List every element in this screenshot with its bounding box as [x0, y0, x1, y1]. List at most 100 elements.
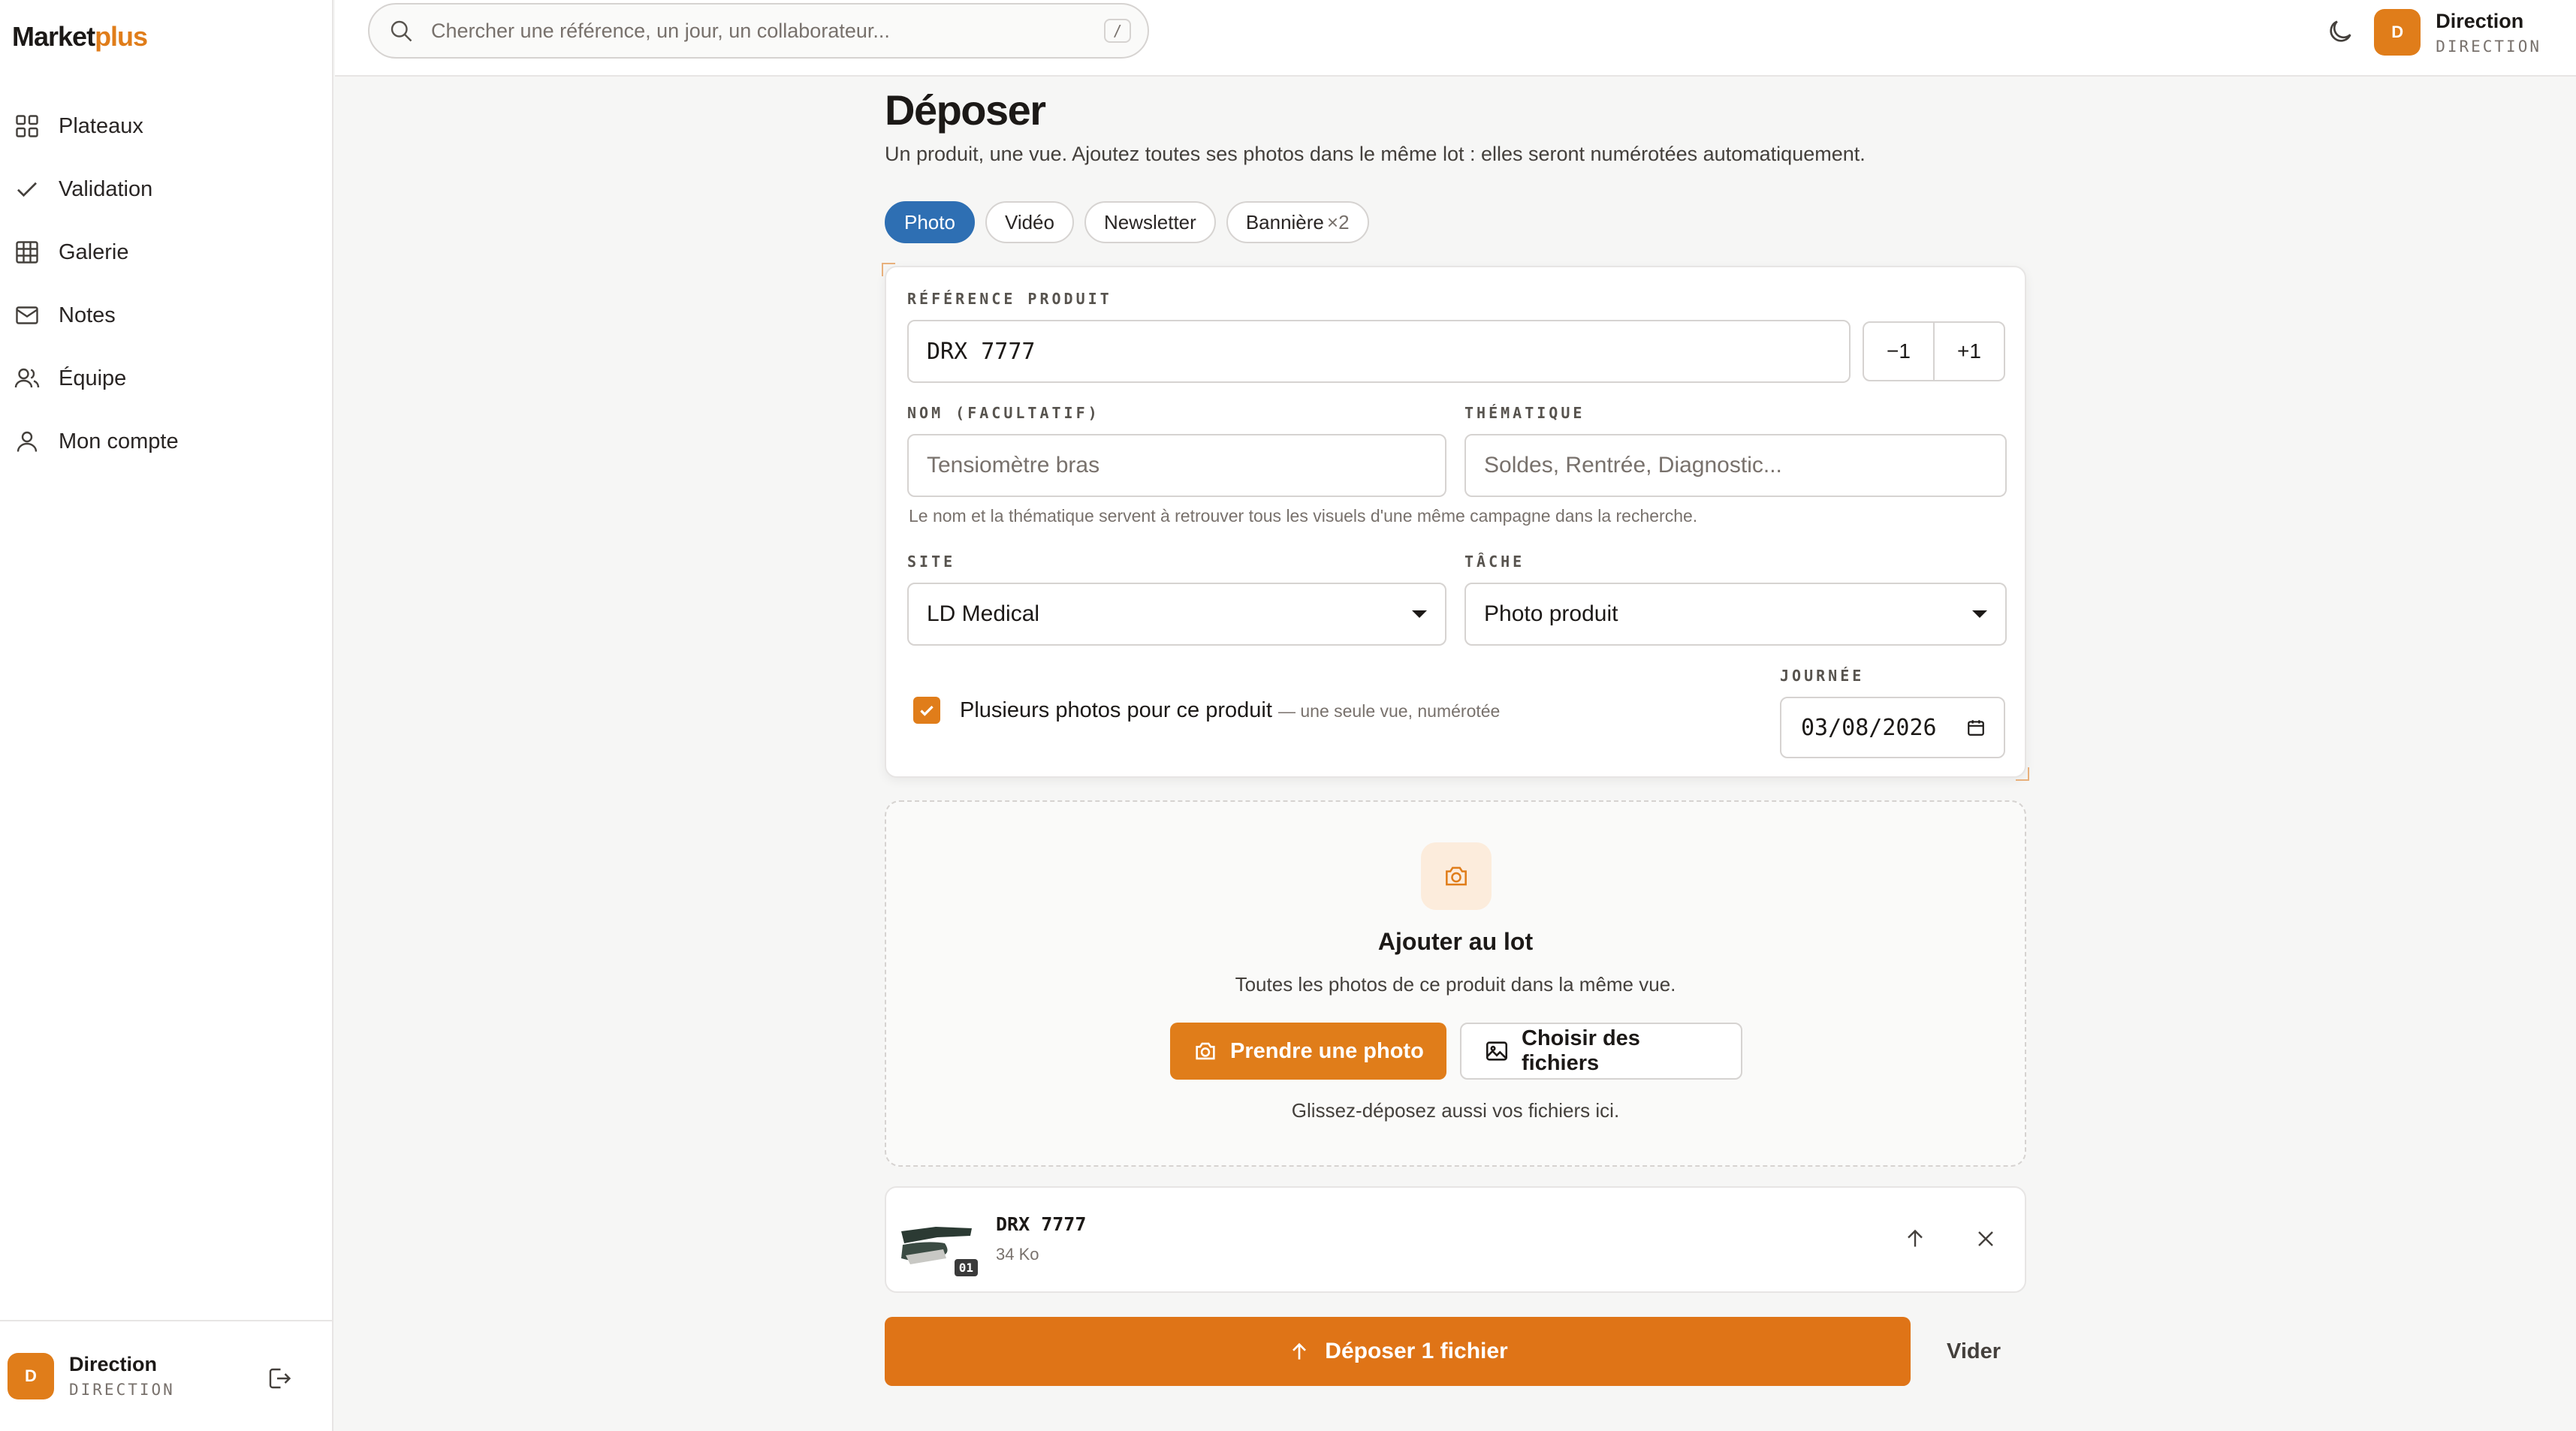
tab-label: Newsletter: [1103, 210, 1196, 233]
day-date-input[interactable]: 03/08/2026: [1780, 697, 2005, 758]
theme-input[interactable]: Soldes, Rentrée, Diagnostic...: [1464, 434, 2007, 497]
search-input[interactable]: Chercher une référence, un jour, un coll…: [368, 3, 1149, 59]
arrow-up-icon[interactable]: [1902, 1225, 1929, 1252]
user-role: DIRECTION: [2436, 37, 2541, 56]
form-hint: Le nom et la thématique servent à retrou…: [909, 506, 1698, 526]
tab-newsletter[interactable]: Newsletter: [1084, 201, 1216, 243]
sidebar-item-label: Équipe: [59, 366, 127, 390]
take-photo-label: Prendre une photo: [1230, 1038, 1424, 1063]
day-label: JOURNÉE: [1780, 667, 1865, 685]
sidebar-item-label: Plateaux: [59, 113, 143, 138]
file-name: DRX 7777: [996, 1213, 1087, 1235]
sidebar: Marketplus Plateaux Validation Galerie N…: [0, 0, 333, 1431]
multi-photo-label[interactable]: Plusieurs photos pour ce produit — une s…: [960, 698, 1500, 723]
camera-icon: [1421, 842, 1492, 910]
site-value: LD Medical: [927, 601, 1040, 626]
file-thumbnail[interactable]: 01: [898, 1206, 978, 1276]
upload-arrow-icon: [1287, 1339, 1311, 1363]
ref-label: RÉFÉRENCE PRODUIT: [907, 290, 1112, 308]
task-label: TÂCHE: [1464, 553, 1525, 571]
search-placeholder: Chercher une référence, un jour, un coll…: [431, 19, 890, 42]
file-size: 34 Ko: [996, 1245, 1039, 1264]
task-select[interactable]: Photo produit: [1464, 583, 2007, 646]
corner-mark: [882, 263, 895, 276]
search-shortcut-hint: /: [1104, 19, 1131, 43]
take-photo-button[interactable]: Prendre une photo: [1170, 1023, 1446, 1080]
calendar-icon[interactable]: [1966, 718, 1986, 737]
reference-value: DRX 7777: [927, 338, 1036, 365]
dropzone-title: Ajouter au lot: [1377, 928, 1534, 955]
users-icon: [14, 365, 41, 392]
dropzone[interactable]: Ajouter au lot Toutes les photos de ce p…: [885, 800, 2026, 1167]
sidebar-user: D Direction DIRECTION: [0, 1320, 332, 1431]
tab-banniere[interactable]: Bannière ×2: [1226, 201, 1369, 243]
account-menu[interactable]: D Direction DIRECTION: [2374, 9, 2541, 56]
submit-button[interactable]: Déposer 1 fichier: [885, 1317, 1911, 1386]
type-tabs: Photo Vidéo Newsletter Bannière ×2: [885, 201, 1380, 243]
reference-stepper: −1 +1: [1863, 321, 2005, 381]
product-form-card: RÉFÉRENCE PRODUIT DRX 7777 −1 +1 NOM (FA…: [882, 263, 2029, 781]
sidebar-item-notes[interactable]: Notes: [0, 284, 332, 347]
file-list-item: 01 DRX 7777 34 Ko: [885, 1186, 2026, 1293]
chevron-down-icon: [1972, 610, 1987, 618]
user-icon: [14, 428, 41, 455]
topbar: Chercher une référence, un jour, un coll…: [335, 0, 2576, 77]
tab-label: Photo: [904, 210, 955, 233]
day-value: 03/08/2026: [1801, 714, 1937, 741]
tab-suffix: ×2: [1326, 210, 1350, 233]
choose-files-button[interactable]: Choisir des fichiers: [1460, 1023, 1742, 1080]
multi-photo-subtext: — une seule vue, numérotée: [1277, 701, 1501, 721]
clear-button[interactable]: Vider: [1947, 1339, 2001, 1364]
tab-video[interactable]: Vidéo: [985, 201, 1074, 243]
check-icon: [14, 176, 41, 203]
dropzone-subtitle: Toutes les photos de ce produit dans la …: [1235, 973, 1676, 996]
site-select[interactable]: LD Medical: [907, 583, 1446, 646]
user-role: DIRECTION: [69, 1381, 175, 1399]
chevron-down-icon: [1412, 610, 1427, 618]
search-icon: [388, 17, 415, 44]
increment-button[interactable]: +1: [1935, 323, 2004, 380]
dropzone-footer: Glissez-déposez aussi vos fichiers ici.: [1291, 1099, 1620, 1122]
sidebar-item-galerie[interactable]: Galerie: [0, 221, 332, 284]
multi-photo-checkbox[interactable]: [913, 697, 940, 724]
logout-icon[interactable]: [266, 1365, 293, 1392]
user-name: Direction: [2436, 9, 2524, 32]
user-name: Direction: [69, 1353, 158, 1375]
sidebar-item-mon-compte[interactable]: Mon compte: [0, 410, 332, 473]
avatar[interactable]: D: [8, 1353, 54, 1399]
tab-label: Vidéo: [1004, 210, 1054, 233]
close-icon[interactable]: [1972, 1225, 1999, 1252]
name-input[interactable]: Tensiomètre bras: [907, 434, 1446, 497]
page-subtitle: Un produit, une vue. Ajoutez toutes ses …: [885, 143, 1866, 165]
reference-input[interactable]: DRX 7777: [907, 320, 1851, 383]
tab-photo[interactable]: Photo: [885, 201, 975, 243]
task-value: Photo produit: [1484, 601, 1618, 626]
table-icon: [14, 239, 41, 266]
camera-icon: [1193, 1038, 1218, 1064]
multi-photo-text: Plusieurs photos pour ce produit: [960, 698, 1272, 722]
image-icon: [1484, 1038, 1510, 1064]
brand-logo[interactable]: Marketplus: [12, 21, 148, 53]
name-label: NOM (FACULTATIF): [907, 404, 1100, 422]
choose-files-label: Choisir des fichiers: [1522, 1026, 1640, 1075]
file-index-badge: 01: [954, 1259, 978, 1276]
grid-icon: [14, 113, 41, 140]
page-title: Déposer: [885, 86, 1046, 134]
submit-label: Déposer 1 fichier: [1325, 1339, 1508, 1363]
avatar: D: [2374, 9, 2421, 56]
site-label: SITE: [907, 553, 956, 571]
sidebar-item-equipe[interactable]: Équipe: [0, 347, 332, 410]
brand-main: Market: [12, 21, 95, 52]
sidebar-item-validation[interactable]: Validation: [0, 158, 332, 221]
sidebar-item-plateaux[interactable]: Plateaux: [0, 95, 332, 158]
sidebar-item-label: Notes: [59, 303, 116, 327]
theme-placeholder: Soldes, Rentrée, Diagnostic...: [1484, 453, 1782, 478]
sidebar-item-label: Galerie: [59, 240, 129, 264]
dark-mode-toggle-icon[interactable]: [2325, 17, 2355, 47]
corner-mark: [2016, 767, 2029, 781]
brand-accent: plus: [95, 21, 148, 52]
name-placeholder: Tensiomètre bras: [927, 453, 1100, 478]
decrement-button[interactable]: −1: [1864, 323, 1935, 380]
sidebar-nav: Plateaux Validation Galerie Notes Équipe: [0, 95, 332, 473]
mail-icon: [14, 302, 41, 329]
